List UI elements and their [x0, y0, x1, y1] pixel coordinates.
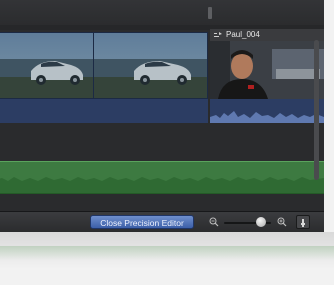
clip-appearance-button[interactable] — [296, 215, 310, 229]
car-clip-thumbnail-2[interactable] — [93, 32, 208, 99]
clip-name-label: Paul_004 — [226, 30, 260, 39]
clip-appearance-icon — [301, 219, 305, 227]
screenshot-stage: Paul_004 Close Precision Editor — [0, 0, 334, 285]
zoom-slider-knob[interactable] — [255, 217, 266, 227]
zoom-in-icon[interactable] — [277, 217, 287, 227]
precision-editor: Paul_004 Close Precision Editor — [0, 0, 324, 232]
interview-clip-thumbnail[interactable] — [210, 41, 324, 99]
interview-clip-audio-strip — [210, 99, 324, 123]
vertical-scrollbar[interactable] — [314, 40, 319, 180]
upper-timeline-area — [0, 0, 324, 26]
window-reflection — [0, 232, 334, 285]
playhead-handle[interactable] — [208, 7, 212, 19]
audio-track[interactable] — [0, 161, 324, 194]
car-clip-audio-strip — [0, 99, 208, 124]
clip-type-icon — [214, 32, 222, 37]
close-precision-editor-button[interactable]: Close Precision Editor — [90, 215, 194, 229]
empty-track-area — [0, 123, 324, 161]
car-clip-thumbnail-1[interactable] — [0, 32, 95, 99]
clip-title-bar[interactable]: Paul_004 — [210, 29, 324, 41]
reflected-audio-band — [0, 246, 334, 260]
precision-editor-toolbar: Close Precision Editor — [0, 211, 324, 232]
zoom-out-icon[interactable] — [209, 217, 219, 227]
reflected-button-label — [90, 234, 194, 246]
